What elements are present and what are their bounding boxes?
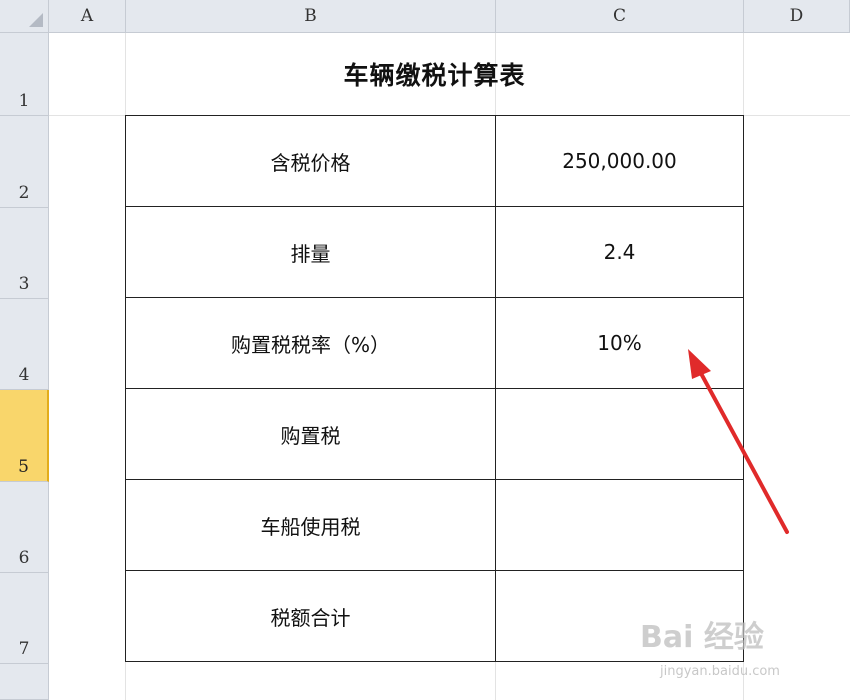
watermark-url: jingyan.baidu.com [660,664,780,679]
arrow-shaft [695,364,789,534]
red-arrow-icon [688,349,789,534]
arrow-head [688,349,711,379]
watermark-logo: Bai 经验 [640,620,764,655]
